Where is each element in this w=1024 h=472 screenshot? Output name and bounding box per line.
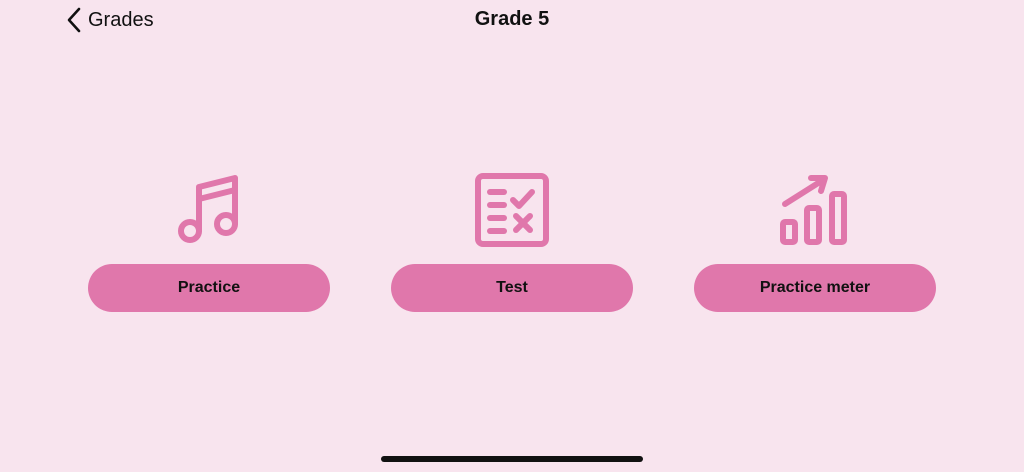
practice-meter-tile: Practice meter — [694, 170, 936, 312]
page-title: Grade 5 — [474, 8, 550, 30]
test-tile: Test — [391, 170, 633, 312]
progress-chart-icon — [775, 170, 855, 250]
test-button[interactable]: Test — [391, 264, 633, 312]
grade-screen: Grades Grade 5 Practice Test Practice me… — [0, 0, 1024, 472]
practice-tile: Practice — [88, 170, 330, 312]
home-indicator[interactable] — [381, 456, 643, 462]
navigation-bar: Grades Grade 5 — [0, 0, 1024, 40]
music-note-icon — [169, 170, 249, 250]
practice-meter-button[interactable]: Practice meter — [694, 264, 936, 312]
checklist-icon — [472, 170, 552, 250]
practice-button[interactable]: Practice — [88, 264, 330, 312]
